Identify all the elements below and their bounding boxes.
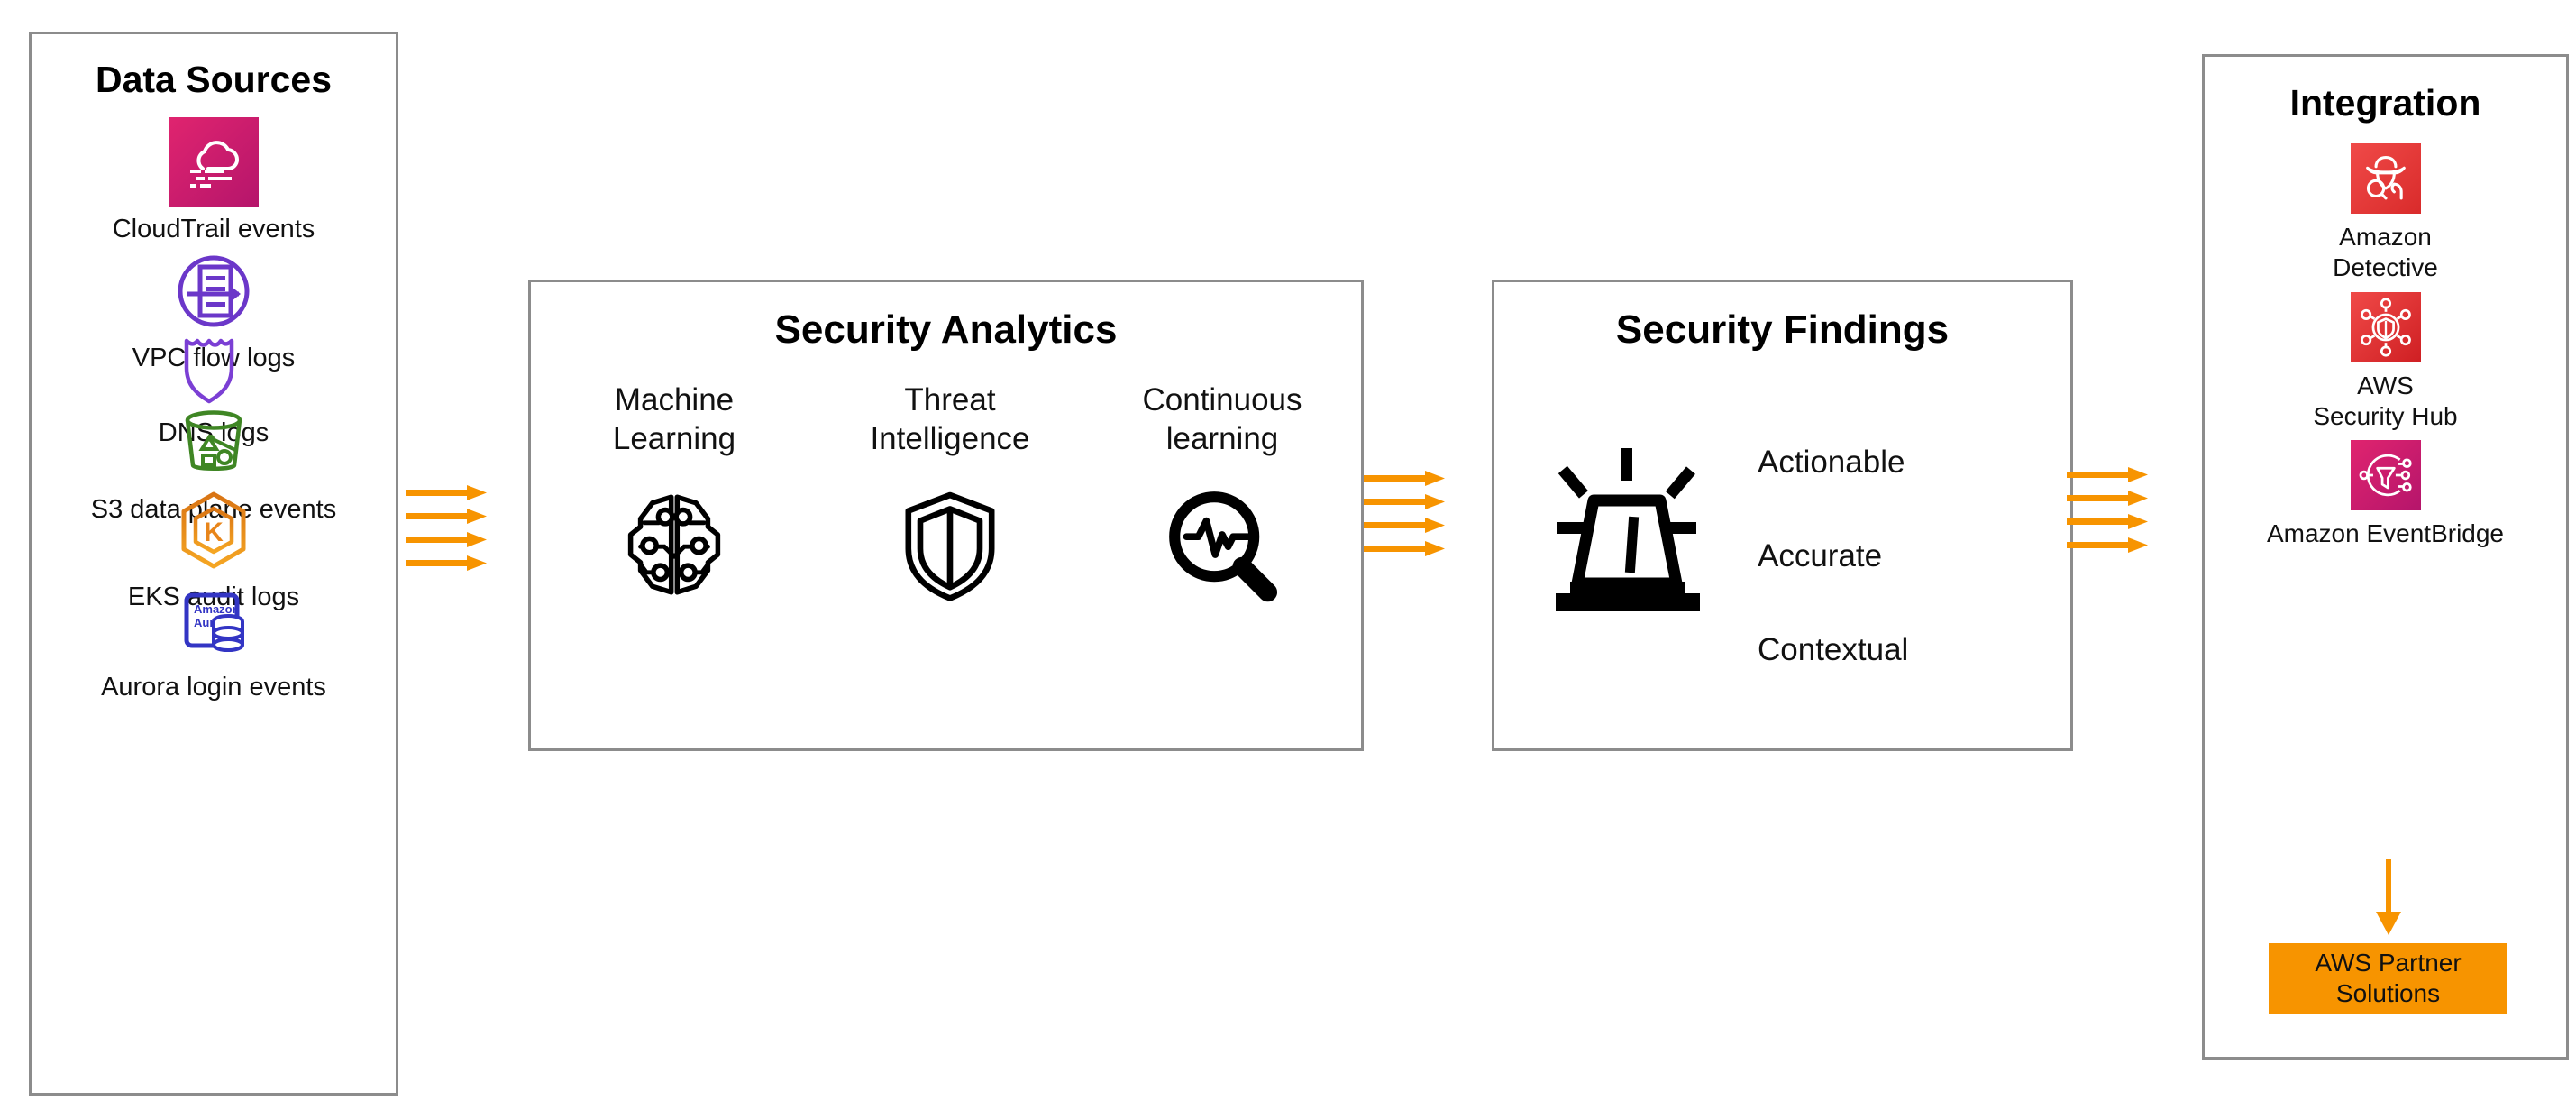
analytics-column-threat-intelligence[interactable]: Threat Intelligence [819,381,1081,604]
integration-panel: Integration Amazon Detective AWS Securit… [2202,54,2569,1060]
analytics-column-label: Continuous learning [1142,382,1302,456]
down-arrow-icon [2376,859,2401,935]
cloudtrail-icon [169,117,259,207]
analytics-column-machine-learning[interactable]: Machine Learning [544,381,805,604]
data-sources-panel: Data Sources CloudTrail events VPC flow … [29,32,398,1096]
s3-bucket-icon [185,410,242,471]
data-sources-title: Data Sources [95,59,333,100]
integration-title: Integration [2289,82,2481,124]
integration-item-amazon-detective[interactable]: Amazon Detective [2205,143,2566,282]
data-source-cloudtrail[interactable]: CloudTrail events [32,117,396,244]
amazon-eventbridge-icon [2350,440,2421,510]
flow-arrows-sources-to-analytics [406,482,500,577]
aws-security-hub-icon [2350,292,2421,362]
integration-item-aws-security-hub[interactable]: AWS Security Hub [2205,292,2566,431]
analytics-column-continuous-learning[interactable]: Continuous learning [1092,381,1353,604]
diagram-canvas: Data Sources CloudTrail events VPC flow … [0,0,2576,1110]
security-analytics-panel: Security Analytics Machine Learning Thre… [528,280,1364,751]
neural-brain-icon [627,494,721,595]
security-findings-attributes: Actionable Accurate Contextual [1758,416,2055,697]
alert-siren-icon [1556,448,1700,611]
analytics-column-label: Threat Intelligence [870,382,1030,456]
analytics-column-label: Machine Learning [612,382,736,456]
security-findings-title: Security Findings [1615,307,1950,352]
security-analytics-title: Security Analytics [774,307,1118,352]
flow-arrows-analytics-to-findings [1364,467,1458,563]
integration-item-label: AWS Security Hub [2313,372,2458,430]
svg-text:K: K [204,518,224,547]
magnifier-pulse-icon [1169,491,1278,602]
alert-siren-icon-wrap [1538,446,1718,618]
flow-arrows-findings-to-integration [2067,463,2161,559]
finding-attribute: Contextual [1758,632,1909,667]
eks-hexagon-icon: K [181,491,246,569]
amazon-detective-icon [2350,143,2421,214]
aws-partner-solutions-box[interactable]: AWS Partner Solutions [2269,943,2507,1014]
data-source-label: CloudTrail events [112,215,315,243]
security-findings-panel: Security Findings Actionable Accurate Co… [1492,280,2073,751]
finding-attribute: Actionable [1758,445,1905,480]
amazon-aurora-icon: Amazon Aurora [184,592,244,653]
svg-text:Amazon: Amazon [194,602,240,616]
shield-icon [905,492,995,602]
integration-item-amazon-eventbridge[interactable]: Amazon EventBridge [2205,440,2566,549]
aws-partner-solutions-label: AWS Partner Solutions [2315,949,2462,1007]
integration-item-label: Amazon EventBridge [2266,519,2505,547]
finding-attribute: Accurate [1758,538,1883,573]
data-source-label: Aurora login events [101,673,326,702]
integration-item-label: Amazon Detective [2333,223,2438,281]
data-source-aurora[interactable]: Amazon Aurora Aurora login events [32,575,396,702]
